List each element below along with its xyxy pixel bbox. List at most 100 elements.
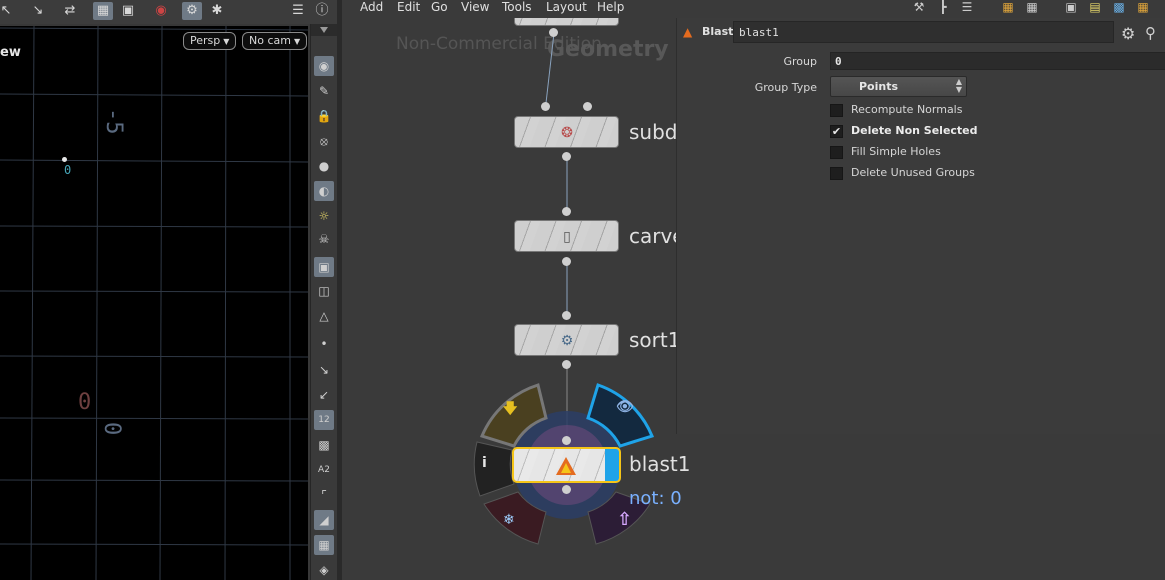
menu-tools[interactable]: Tools: [502, 0, 532, 14]
info-icon[interactable]: i: [482, 455, 487, 471]
pose-icon[interactable]: △: [314, 306, 334, 326]
help-icon[interactable]: ⓘ: [312, 2, 332, 20]
port-input[interactable]: [541, 102, 550, 111]
checkbox-label: Recompute Normals: [851, 103, 963, 116]
port-input[interactable]: [562, 207, 571, 216]
blast-icon: [556, 457, 576, 475]
snap-icon[interactable]: ⦻: [314, 131, 334, 151]
lock-flag-icon[interactable]: ⇧: [617, 509, 632, 530]
checkbox-label: Delete Non Selected: [851, 124, 978, 137]
transform-tool-icon[interactable]: ⇄: [60, 2, 80, 20]
bulb-icon[interactable]: ☼: [314, 206, 334, 226]
group-type-select[interactable]: Points ▲ ▼: [830, 76, 967, 97]
network-box-icon[interactable]: ▣: [1063, 0, 1079, 15]
parameter-header: ▲ Blast blast1 ⚙ ⚲: [677, 21, 1165, 43]
blast-type-icon: ▲: [683, 25, 693, 39]
node-label-blast1[interactable]: blast1: [629, 452, 691, 476]
node-name-field[interactable]: blast1: [733, 21, 1114, 43]
node-carve[interactable]: ▯: [514, 220, 619, 252]
tree-view-icon[interactable]: ┣: [935, 0, 951, 15]
quick-setup-icon[interactable]: ⚙: [182, 2, 202, 20]
search-icon[interactable]: ⚲: [1145, 24, 1156, 42]
node-label-sort1[interactable]: sort1: [629, 328, 680, 352]
viewport-toolbar: ↖ ↘ ⇄ ▦ ▣ ◉ ⚙ ✱ ☰ ⓘ: [0, 0, 337, 24]
port-input[interactable]: [562, 436, 571, 445]
record-icon[interactable]: ◉: [151, 2, 171, 20]
brush-icon[interactable]: ↘: [314, 360, 334, 380]
number-icon[interactable]: 12: [314, 410, 334, 430]
color-palette-icon[interactable]: ▦: [1000, 0, 1016, 15]
eraser-icon[interactable]: ▩: [314, 435, 334, 455]
bypass-freeze-icon[interactable]: ❄: [503, 512, 515, 528]
menu-view[interactable]: View: [461, 0, 489, 14]
select-arrows-icon: ▲ ▼: [955, 77, 962, 94]
image-icon[interactable]: ▩: [1111, 0, 1127, 15]
checkmark-icon[interactable]: ✔: [830, 125, 843, 138]
template-flag-icon[interactable]: 🡇: [503, 398, 517, 422]
light-icon[interactable]: ◐: [314, 181, 334, 201]
display-flag-icon[interactable]: 👁: [616, 399, 634, 415]
viewport-canvas[interactable]: ew Persp ▼ No cam ▼ 0 -5 0 0: [0, 26, 308, 580]
checkbox-box[interactable]: [830, 146, 843, 159]
pen-icon[interactable]: ↙: [314, 385, 334, 405]
menu-edit[interactable]: Edit: [397, 0, 420, 14]
viewport-title: ew: [0, 45, 21, 60]
port-output[interactable]: [562, 360, 571, 369]
shaded-icon[interactable]: ◢: [314, 510, 334, 530]
node-sort1[interactable]: ⚙: [514, 324, 619, 356]
menu-layout[interactable]: Layout: [546, 0, 587, 14]
paint-icon[interactable]: ✎: [314, 81, 334, 101]
houdini-window: ↖ ↘ ⇄ ▦ ▣ ◉ ⚙ ✱ ☰ ⓘ ew Persp ▼ No cam ▼ …: [0, 0, 1165, 580]
port-output[interactable]: [562, 152, 571, 161]
checkbox-box[interactable]: [830, 104, 843, 117]
perspective-menu[interactable]: Persp ▼: [183, 32, 237, 50]
lock-icon[interactable]: 🔒: [314, 106, 334, 126]
sort-icon: ⚙: [560, 333, 574, 349]
skull-icon[interactable]: ☠: [314, 229, 334, 249]
view-tool-icon[interactable]: ◉: [314, 56, 334, 76]
checkbox-box[interactable]: [830, 167, 843, 180]
menu-bar: Add Edit Go View Tools Layout Help ⚒ ┣ ☰…: [342, 0, 1165, 18]
shading-icon[interactable]: ●: [314, 156, 334, 176]
node-blast1[interactable]: [512, 447, 621, 483]
checker-icon[interactable]: ▦: [314, 535, 334, 555]
snap-grid-icon[interactable]: ▦: [93, 2, 113, 20]
camera-icon[interactable]: ▣: [314, 257, 334, 277]
point-icon[interactable]: •: [314, 334, 334, 354]
menu-add[interactable]: Add: [360, 0, 383, 14]
node-type-label: Blast: [702, 25, 734, 38]
port-output[interactable]: [562, 485, 571, 494]
menu-help[interactable]: Help: [597, 0, 624, 14]
sticky-note-icon[interactable]: ▤: [1087, 0, 1103, 15]
corner-icon[interactable]: ⌜: [314, 485, 334, 505]
side-toolbar-collapse[interactable]: [311, 24, 338, 36]
node-subd[interactable]: ❂: [514, 116, 619, 148]
select-arrow-icon[interactable]: ↖: [0, 2, 16, 20]
gear-icon[interactable]: ⚙: [1121, 24, 1135, 43]
port-output[interactable]: [549, 28, 558, 37]
label-icon[interactable]: A2: [314, 460, 334, 480]
shape-palette-icon[interactable]: ▦: [1024, 0, 1040, 15]
viewport-grid: [0, 26, 308, 580]
view-icon[interactable]: ▣: [118, 2, 138, 20]
tools-icon[interactable]: ⚒: [911, 0, 927, 15]
layers-icon[interactable]: ◈: [314, 560, 334, 580]
port-input[interactable]: [562, 311, 571, 320]
port-output[interactable]: [562, 257, 571, 266]
display-options-icon[interactable]: ✱: [207, 2, 227, 20]
menu-go[interactable]: Go: [431, 0, 448, 14]
display-flag[interactable]: [605, 449, 619, 481]
port-input[interactable]: [583, 102, 592, 111]
move-tool-icon[interactable]: ↘: [28, 2, 48, 20]
toolbar-menu-icon[interactable]: ☰: [288, 2, 308, 20]
checkbox-label: Fill Simple Holes: [851, 145, 941, 158]
scene-viewport[interactable]: ↖ ↘ ⇄ ▦ ▣ ◉ ⚙ ✱ ☰ ⓘ ew Persp ▼ No cam ▼ …: [0, 0, 337, 580]
camera-menu[interactable]: No cam ▼: [242, 32, 308, 50]
node-label-subd[interactable]: subd: [629, 120, 678, 144]
render-icon[interactable]: ◫: [314, 281, 334, 301]
node-upstream[interactable]: [514, 18, 619, 26]
list-view-icon[interactable]: ☰: [959, 0, 975, 15]
group-label: Group: [783, 55, 818, 68]
group-field[interactable]: 0: [830, 52, 1165, 70]
quick-marks-icon[interactable]: ▦: [1135, 0, 1151, 15]
